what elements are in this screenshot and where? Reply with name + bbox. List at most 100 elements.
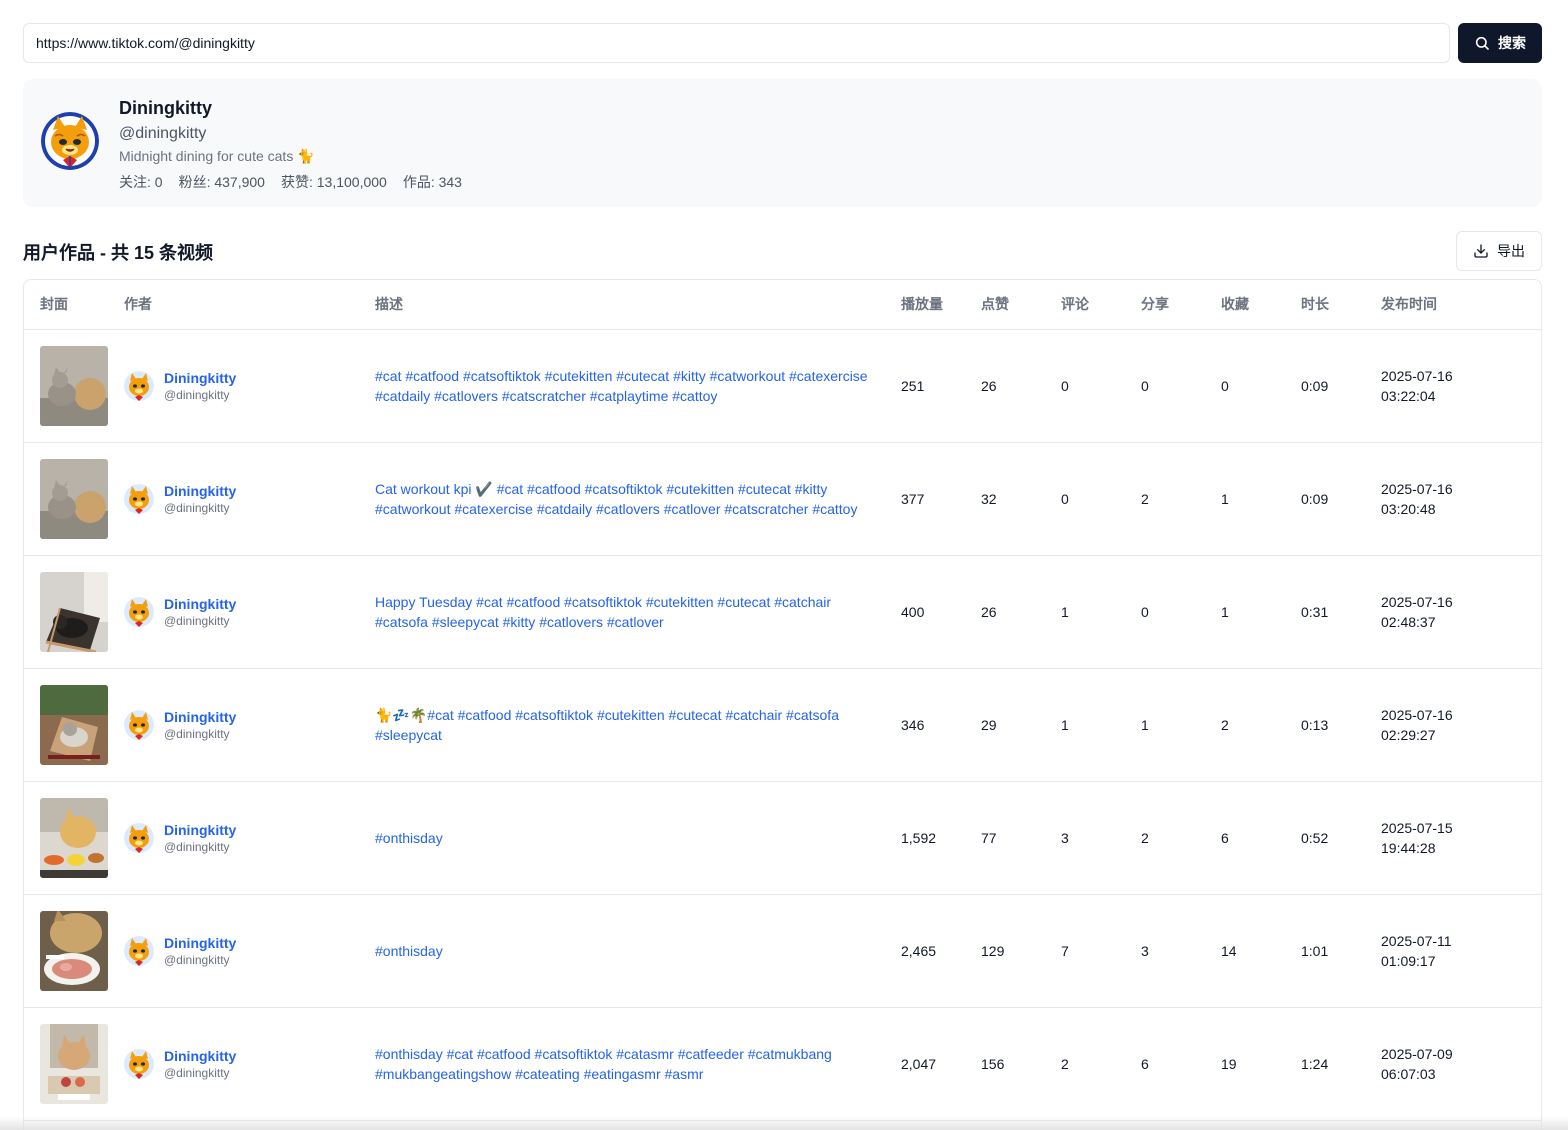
video-thumbnail[interactable] xyxy=(40,345,108,426)
video-count: 作品: 343 xyxy=(402,174,462,190)
author-cell[interactable]: Diningkitty @diningkitty xyxy=(124,1047,375,1081)
author-avatar xyxy=(124,596,154,627)
comment-count: 7 xyxy=(1061,894,1141,1008)
favorite-count: 6 xyxy=(1221,781,1301,895)
video-description-link[interactable]: 🐈💤🌴#cat #catfood #catsoftiktok #cutekitt… xyxy=(375,705,901,745)
video-thumbnail[interactable] xyxy=(40,458,108,539)
profile-card: Diningkitty @diningkitty Midnight dining… xyxy=(23,79,1542,207)
play-count: 251 xyxy=(901,329,981,443)
play-count: 1,592 xyxy=(901,781,981,895)
publish-date: 2025-07-16 xyxy=(1381,367,1453,384)
author-name-link[interactable]: Diningkitty xyxy=(164,708,236,726)
video-thumbnail[interactable] xyxy=(40,797,108,878)
video-thumbnail[interactable] xyxy=(40,684,108,765)
author-name-link[interactable]: Diningkitty xyxy=(164,934,236,952)
publish-clock: 02:48:37 xyxy=(1381,613,1436,630)
author-name-link[interactable]: Diningkitty xyxy=(164,821,236,839)
duration: 0:09 xyxy=(1301,329,1381,443)
like-count: 29 xyxy=(981,668,1061,782)
share-count: 2 xyxy=(1141,442,1221,556)
export-button[interactable]: 导出 xyxy=(1456,231,1542,271)
author-cell[interactable]: Diningkitty @diningkitty xyxy=(124,934,375,968)
publish-time: 2025-07-16 03:22:04 xyxy=(1381,329,1541,443)
publish-time: 2025-07-09 06:07:03 xyxy=(1381,1007,1541,1121)
column-header-cover: 封面 xyxy=(24,280,124,330)
publish-clock: 02:29:27 xyxy=(1381,726,1436,743)
like-count: 26 xyxy=(981,555,1061,669)
duration: 0:52 xyxy=(1301,781,1381,895)
author-cell[interactable]: Diningkitty @diningkitty xyxy=(124,369,375,403)
table-row[interactable]: Diningkitty @diningkitty #onthisday 1,59… xyxy=(24,781,1541,895)
search-button[interactable]: 搜索 xyxy=(1458,23,1542,63)
video-description-link[interactable]: Cat workout kpi ✔️ #cat #catfood #catsof… xyxy=(375,479,901,519)
publish-date: 2025-07-11 xyxy=(1381,932,1452,949)
duration: 1:24 xyxy=(1301,1007,1381,1121)
author-name-link[interactable]: Diningkitty xyxy=(164,595,236,613)
author-handle: @diningkitty xyxy=(164,839,230,854)
author-handle: @diningkitty xyxy=(164,952,230,967)
table-row[interactable]: Diningkitty @diningkitty Happy Tuesday #… xyxy=(24,555,1541,669)
author-cell[interactable]: Diningkitty @diningkitty xyxy=(124,482,375,516)
column-header-desc: 描述 xyxy=(375,280,901,330)
profile-handle: @diningkitty xyxy=(119,125,207,142)
column-header-plays: 播放量 xyxy=(901,280,981,330)
video-description-link[interactable]: Happy Tuesday #cat #catfood #catsoftikto… xyxy=(375,592,901,632)
comment-count: 0 xyxy=(1061,329,1141,443)
share-count: 0 xyxy=(1141,329,1221,443)
section-title: 用户作品 - 共 15 条视频 xyxy=(23,243,214,263)
video-thumbnail[interactable] xyxy=(40,571,108,652)
author-handle: @diningkitty xyxy=(164,726,230,741)
video-description-link[interactable]: #onthisday xyxy=(375,828,901,848)
url-search-field[interactable] xyxy=(23,23,1450,63)
author-handle: @diningkitty xyxy=(164,1065,230,1080)
table-row[interactable]: Diningkitty @diningkitty #onthisday #cat… xyxy=(24,1007,1541,1121)
publish-time: 2025-07-16 02:29:27 xyxy=(1381,668,1541,782)
share-count: 6 xyxy=(1141,1007,1221,1121)
publish-clock: 06:07:03 xyxy=(1381,1065,1436,1082)
table-row[interactable]: Diningkitty @diningkitty 🐈💤🌴#cat #catfoo… xyxy=(24,668,1541,782)
author-name-link[interactable]: Diningkitty xyxy=(164,1047,236,1065)
author-cell[interactable]: Diningkitty @diningkitty xyxy=(124,595,375,629)
search-button-label: 搜索 xyxy=(1498,35,1526,51)
follower-count: 粉丝: 437,900 xyxy=(178,174,265,190)
author-name-link[interactable]: Diningkitty xyxy=(164,482,236,500)
column-header-shares: 分享 xyxy=(1141,280,1221,330)
author-avatar xyxy=(124,935,154,966)
play-count: 400 xyxy=(901,555,981,669)
table-row[interactable]: Diningkitty @diningkitty #cat #catfood #… xyxy=(24,329,1541,443)
author-cell[interactable]: Diningkitty @diningkitty xyxy=(124,708,375,742)
table-row[interactable]: Diningkitty @diningkitty #onthisday 2,46… xyxy=(24,894,1541,1008)
duration: 0:09 xyxy=(1301,442,1381,556)
profile-stats: 关注: 0 粉丝: 437,900 获赞: 13,100,000 作品: 343 xyxy=(119,172,462,192)
comment-count: 0 xyxy=(1061,442,1141,556)
duration: 1:01 xyxy=(1301,894,1381,1008)
video-thumbnail[interactable] xyxy=(40,1023,108,1104)
cat-face-avatar-icon xyxy=(41,112,99,170)
video-description-link[interactable]: #onthisday #cat #catfood #catsoftiktok #… xyxy=(375,1044,901,1084)
url-search-input[interactable] xyxy=(36,35,1437,51)
profile-bio: Midnight dining for cute cats 🐈 xyxy=(119,148,315,164)
author-avatar xyxy=(124,1048,154,1079)
scroll-fade xyxy=(0,1116,1568,1130)
videos-table: 封面 作者 描述 播放量 点赞 评论 分享 收藏 时长 发布时间 Diningk… xyxy=(23,279,1542,1130)
favorite-count: 19 xyxy=(1221,1007,1301,1121)
publish-clock: 01:09:17 xyxy=(1381,952,1436,969)
author-avatar xyxy=(124,370,154,401)
author-handle: @diningkitty xyxy=(164,500,230,515)
video-description-link[interactable]: #onthisday xyxy=(375,941,901,961)
column-header-duration: 时长 xyxy=(1301,280,1381,330)
following-count: 关注: 0 xyxy=(119,174,163,190)
publish-date: 2025-07-16 xyxy=(1381,480,1453,497)
like-count: 156 xyxy=(981,1007,1061,1121)
video-description-link[interactable]: #cat #catfood #catsoftiktok #cutekitten … xyxy=(375,366,901,406)
author-cell[interactable]: Diningkitty @diningkitty xyxy=(124,821,375,855)
publish-date: 2025-07-16 xyxy=(1381,593,1453,610)
favorite-count: 1 xyxy=(1221,442,1301,556)
table-row[interactable]: Diningkitty @diningkitty Cat workout kpi… xyxy=(24,442,1541,556)
author-name-link[interactable]: Diningkitty xyxy=(164,369,236,387)
play-count: 2,465 xyxy=(901,894,981,1008)
avatar xyxy=(41,112,99,170)
author-avatar xyxy=(124,709,154,740)
publish-date: 2025-07-16 xyxy=(1381,706,1453,723)
video-thumbnail[interactable] xyxy=(40,910,108,991)
